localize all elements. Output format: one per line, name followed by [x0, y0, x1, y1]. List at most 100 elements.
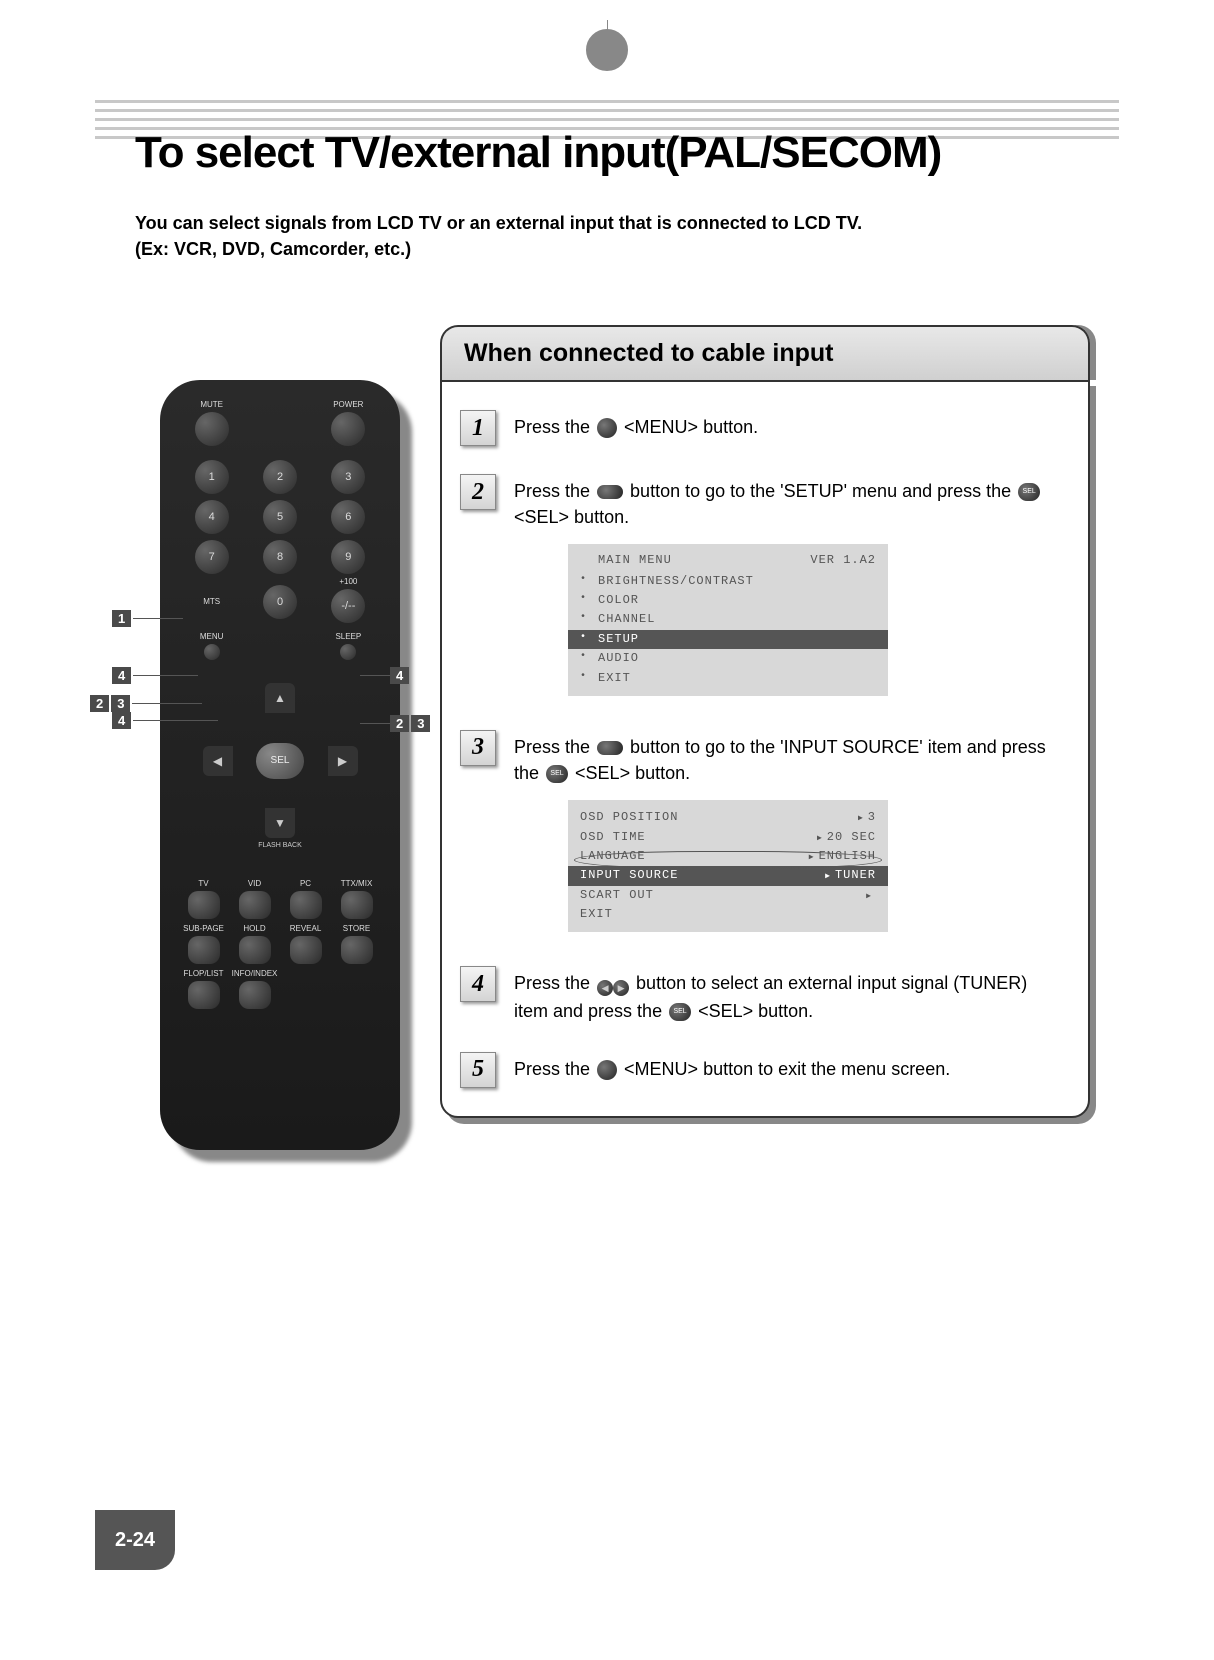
sleep-button — [340, 644, 356, 660]
menu-label: MENU — [200, 632, 224, 641]
sel-button: SEL — [256, 743, 304, 779]
sel-icon: SEL — [546, 765, 568, 783]
updown-icon — [597, 741, 623, 755]
num-5-button: 5 — [263, 500, 297, 534]
callout-4-bottom-left: 4 — [112, 712, 218, 729]
intro-line-1: You can select signals from LCD TV or an… — [135, 213, 862, 233]
osd-row: •SETUP — [568, 630, 888, 649]
num-1-button: 1 — [195, 460, 229, 494]
mts-label: MTS — [203, 597, 220, 606]
mute-button — [195, 412, 229, 446]
mute-label: MUTE — [200, 400, 223, 409]
osd-row: •COLOR — [580, 591, 876, 610]
num-9-button: 9 — [331, 540, 365, 574]
num-0-button: 0 — [263, 585, 297, 619]
menu-icon — [597, 418, 617, 438]
callout-4-left: 4 — [112, 667, 198, 684]
callout-23-left: 23 — [90, 695, 202, 712]
vid-label: VID — [248, 879, 261, 888]
dpad: ▲ ▼ ◀ ▶ SEL — [203, 683, 358, 838]
dpad-up-button: ▲ — [265, 683, 295, 713]
instruction-panel: When connected to cable input 1 Press th… — [440, 325, 1090, 1118]
step-3-text: Press the button to go to the 'INPUT SOU… — [514, 730, 1064, 939]
reveal-button — [290, 936, 322, 964]
dpad-right-button: ▶ — [328, 746, 358, 776]
store-button — [341, 936, 373, 964]
osd-row: •BRIGHTNESS/CONTRAST — [580, 572, 876, 591]
callout-23-right: 23 — [360, 715, 432, 732]
num-7-button: 7 — [195, 540, 229, 574]
hold-label: HOLD — [243, 924, 265, 933]
hold-button — [239, 936, 271, 964]
updown-icon — [597, 485, 623, 499]
num-3-button: 3 — [331, 460, 365, 494]
sleep-label: SLEEP — [335, 632, 361, 641]
osd-row: •AUDIO — [580, 649, 876, 668]
intro-text: You can select signals from LCD TV or an… — [135, 210, 1119, 262]
remote-control-figure: MUTE POWER 1 2 3 4 5 6 7 8 9 MTS 0 — [160, 380, 400, 1150]
tv-label: TV — [198, 879, 208, 888]
osd-main-menu: MAIN MENUVER 1.A2 •BRIGHTNESS/CONTRAST•C… — [568, 544, 888, 696]
step-3-number: 3 — [460, 730, 496, 766]
tv-button — [188, 891, 220, 919]
osd1-title: MAIN MENU — [598, 552, 672, 569]
ttxmix-button — [341, 891, 373, 919]
crop-mark-icon — [587, 30, 627, 70]
remote-control: MUTE POWER 1 2 3 4 5 6 7 8 9 MTS 0 — [160, 380, 400, 1150]
leftright-icon: ◀▶ — [597, 972, 629, 998]
sel-icon: SEL — [669, 1003, 691, 1021]
menu-icon — [597, 1060, 617, 1080]
infoindex-label: INFO/INDEX — [232, 969, 278, 978]
intro-line-2: (Ex: VCR, DVD, Camcorder, etc.) — [135, 239, 411, 259]
menu-button — [204, 644, 220, 660]
reveal-label: REVEAL — [290, 924, 322, 933]
infoindex-button — [239, 981, 271, 1009]
osd-row: •CHANNEL — [580, 610, 876, 629]
ttxmix-label: TTX/MIX — [341, 879, 373, 888]
dpad-down-button: ▼ — [265, 808, 295, 838]
osd-highlight-circle-icon — [574, 851, 882, 869]
pc-button — [290, 891, 322, 919]
step-2-text: Press the button to go to the 'SETUP' me… — [514, 474, 1064, 702]
step-5: 5 Press the <MENU> button to exit the me… — [460, 1052, 1064, 1088]
num-6-button: 6 — [331, 500, 365, 534]
panel-header: When connected to cable input — [440, 325, 1090, 380]
subpage-label: SUB-PAGE — [183, 924, 224, 933]
plus100-label: +100 — [339, 577, 357, 586]
osd-row: •EXIT — [580, 669, 876, 688]
floplist-button — [188, 981, 220, 1009]
callout-4-right: 4 — [360, 667, 411, 684]
num-4-button: 4 — [195, 500, 229, 534]
page-title: To select TV/external input(PAL/SECOM) — [135, 128, 1119, 178]
step-4-number: 4 — [460, 966, 496, 1002]
osd-row: OSD POSITION3 — [580, 808, 876, 827]
num-8-button: 8 — [263, 540, 297, 574]
step-4: 4 Press the ◀▶ button to select an exter… — [460, 966, 1064, 1023]
osd-setup-menu: OSD POSITION3OSD TIME20 SECLANGUAGEENGLI… — [568, 800, 888, 932]
osd1-version: VER 1.A2 — [810, 552, 876, 569]
power-button — [331, 412, 365, 446]
sel-icon: SEL — [1018, 483, 1040, 501]
step-1: 1 Press the <MENU> button. — [460, 410, 1064, 446]
step-1-text: Press the <MENU> button. — [514, 410, 758, 446]
dashes-button: -/-- — [331, 589, 365, 623]
page-number-tab: 2-24 — [95, 1510, 175, 1570]
osd-row: EXIT — [580, 905, 876, 924]
pc-label: PC — [300, 879, 311, 888]
step-5-text: Press the <MENU> button to exit the menu… — [514, 1052, 950, 1088]
vid-button — [239, 891, 271, 919]
step-5-number: 5 — [460, 1052, 496, 1088]
step-2-number: 2 — [460, 474, 496, 510]
flash-back-label: FLASH BACK — [178, 842, 382, 849]
step-3: 3 Press the button to go to the 'INPUT S… — [460, 730, 1064, 939]
step-1-number: 1 — [460, 410, 496, 446]
floplist-label: FLOP/LIST — [183, 969, 223, 978]
subpage-button — [188, 936, 220, 964]
osd-row: SCART OUT — [580, 886, 876, 905]
osd-row: INPUT SOURCETUNER — [568, 866, 888, 885]
power-label: POWER — [333, 400, 363, 409]
step-4-text: Press the ◀▶ button to select an externa… — [514, 966, 1064, 1023]
dpad-left-button: ◀ — [203, 746, 233, 776]
num-2-button: 2 — [263, 460, 297, 494]
callout-1: 1 — [112, 610, 183, 627]
